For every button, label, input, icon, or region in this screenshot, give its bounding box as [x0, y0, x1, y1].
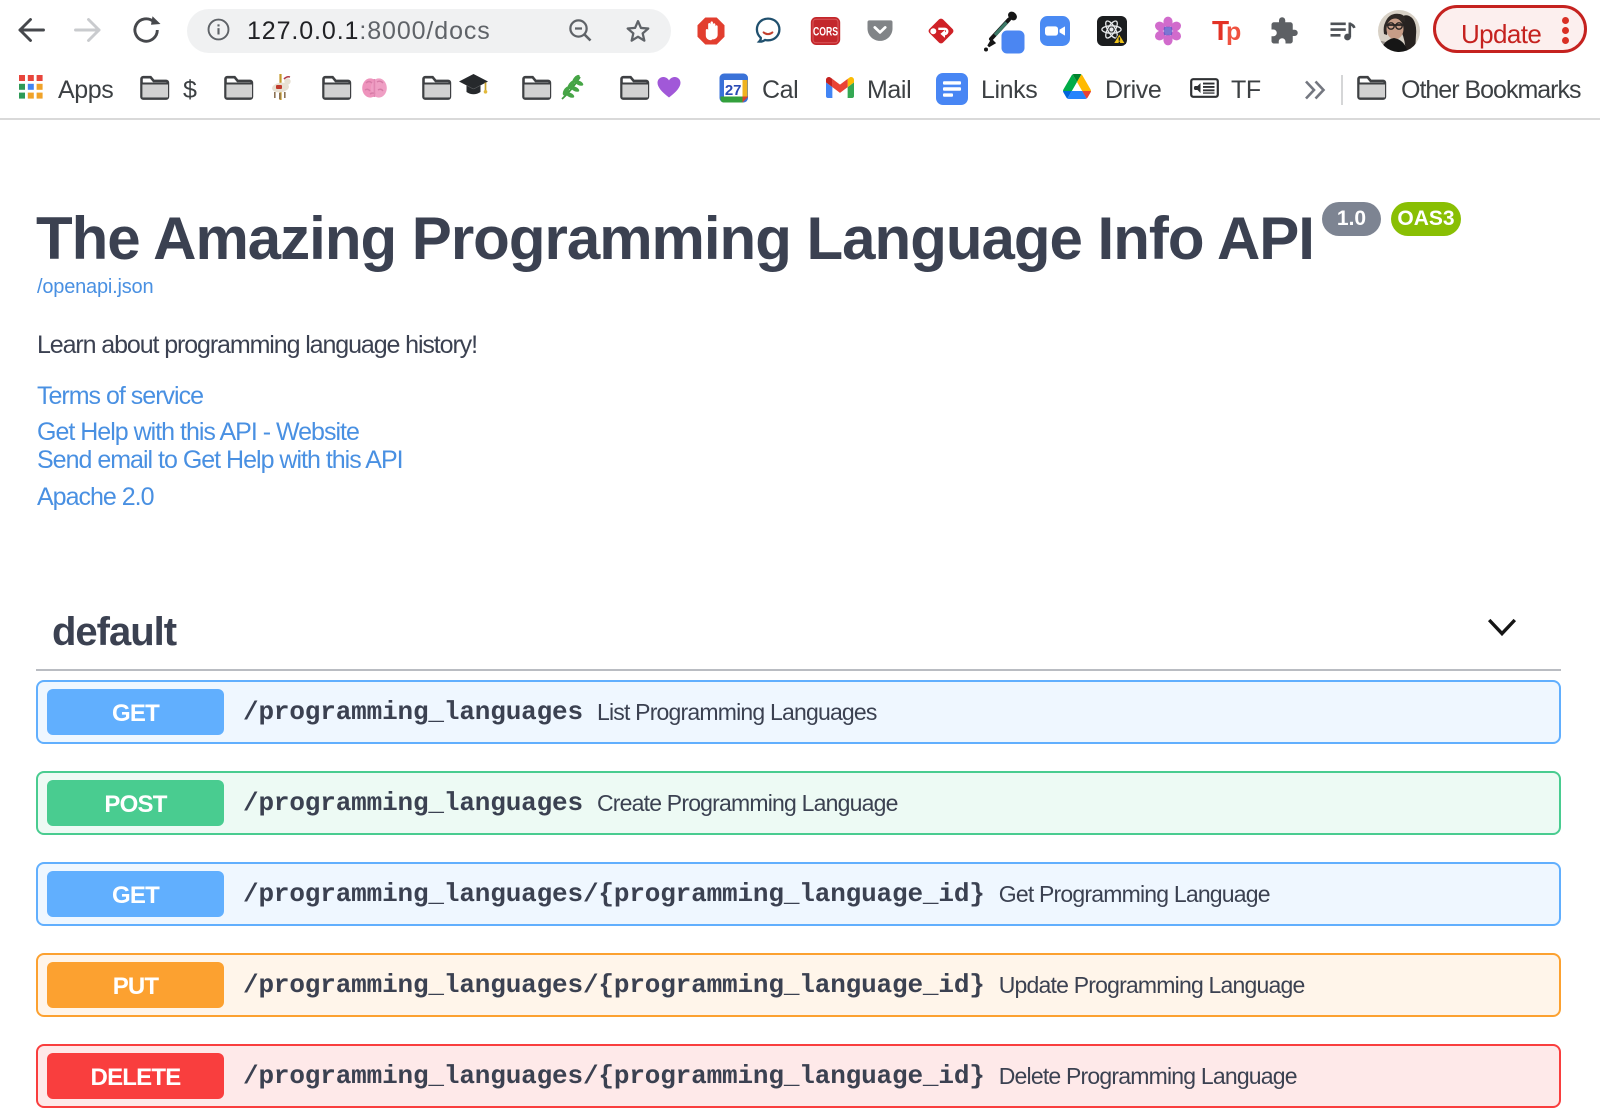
svg-text:p: p — [1226, 18, 1241, 46]
svg-text:CORS: CORS — [813, 25, 838, 39]
svg-text:27: 27 — [725, 82, 742, 99]
